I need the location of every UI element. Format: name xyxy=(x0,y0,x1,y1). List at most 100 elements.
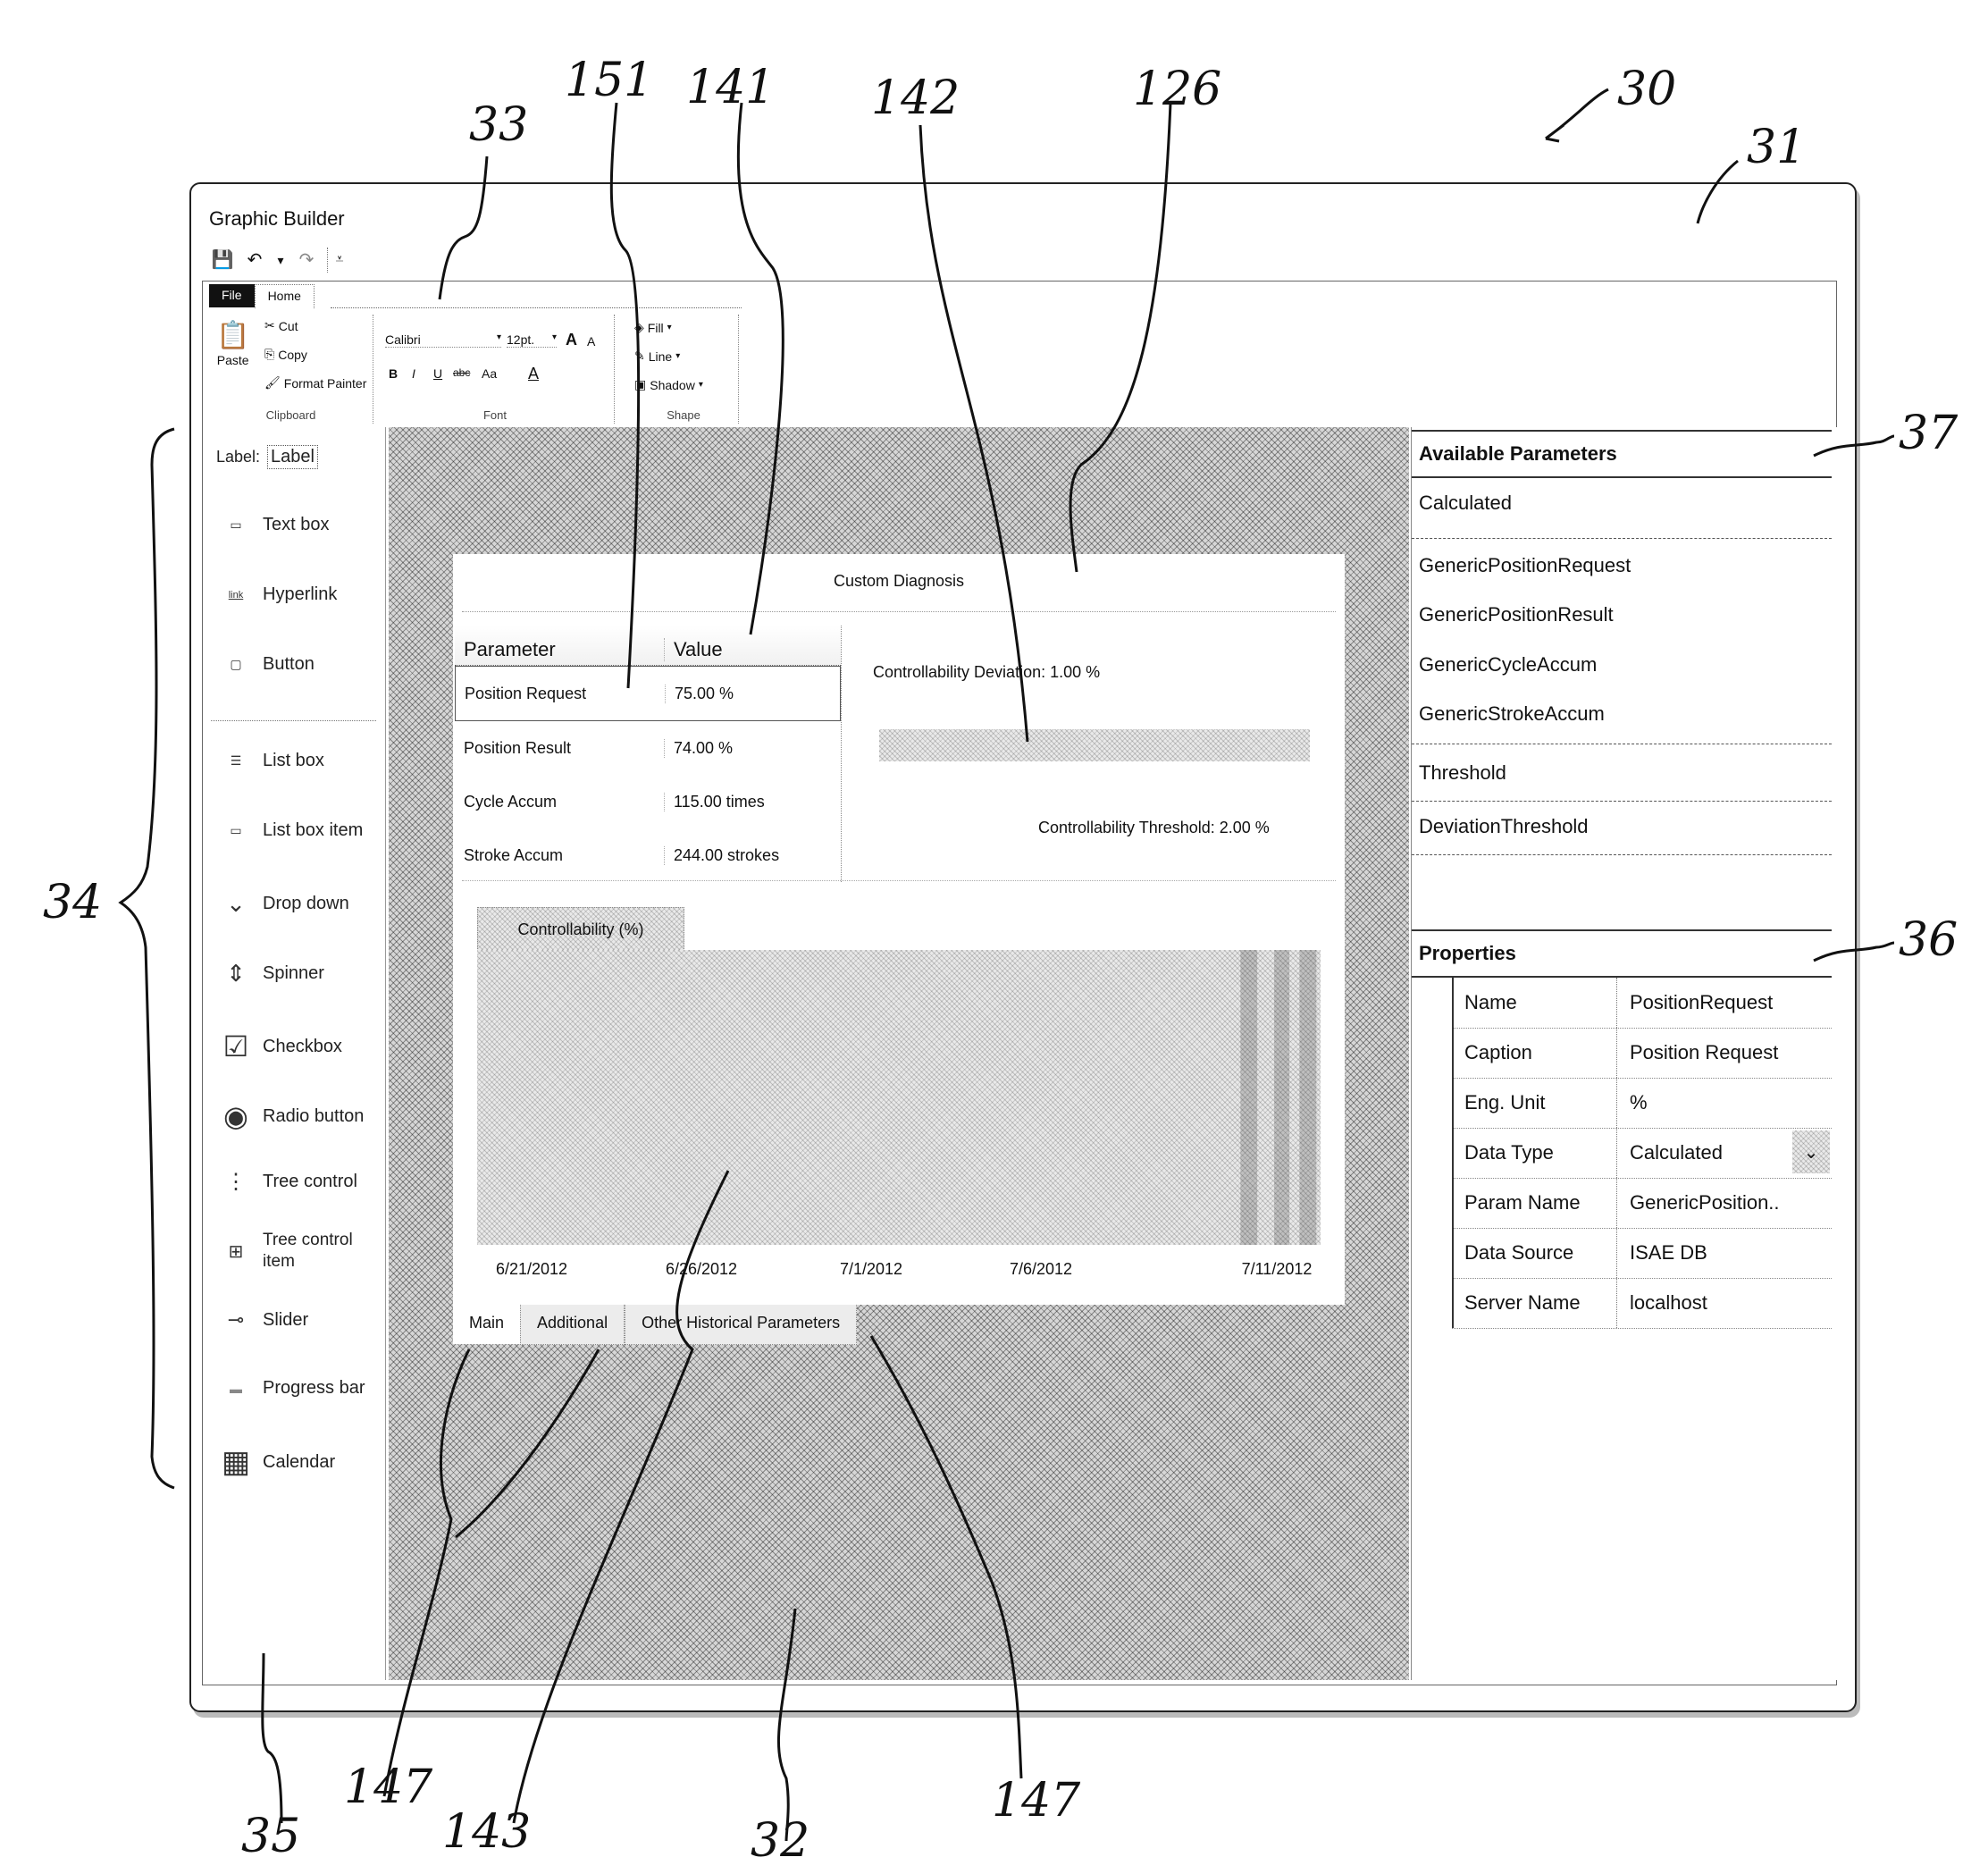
shadow-button[interactable]: ▣ Shadow ▾ xyxy=(634,377,703,392)
properties-header: Properties xyxy=(1412,929,1832,978)
cell-value: 74.00 % xyxy=(664,738,841,758)
toolbox-item-slider[interactable]: ⊸ Slider xyxy=(216,1308,308,1332)
column-header-value[interactable]: Value xyxy=(664,638,841,661)
tab-file[interactable]: File xyxy=(209,284,255,307)
toolbox-item-text: Calendar xyxy=(263,1451,336,1472)
group-divider xyxy=(1412,801,1832,802)
undo-icon[interactable]: ↶ xyxy=(243,248,266,273)
ref-32: 32 xyxy=(751,1814,810,1868)
property-value[interactable]: ISAE DB xyxy=(1616,1228,1832,1278)
property-value[interactable]: % xyxy=(1616,1078,1832,1128)
cell-parameter: Cycle Accum xyxy=(464,792,558,811)
table-row[interactable]: Position Result 74.00 % xyxy=(455,721,841,775)
parameter-group-threshold[interactable]: Threshold xyxy=(1419,761,1506,785)
toolbox-item-text: Radio button xyxy=(263,1105,365,1126)
toolbox-item-calendar[interactable]: ▦ Calendar xyxy=(216,1444,335,1480)
dropdown-control-icon: ⌄ xyxy=(226,890,246,917)
copy-button[interactable]: ⎘ Copy xyxy=(264,347,307,362)
progressbar-control-icon: ▬ xyxy=(230,1381,242,1396)
toolbox-item-hyperlink[interactable]: link Hyperlink xyxy=(216,584,338,605)
group-divider xyxy=(1412,854,1832,855)
change-case-button[interactable]: Aa xyxy=(482,366,497,381)
bold-button[interactable]: B xyxy=(389,366,398,381)
parameter-item[interactable]: GenericPositionResult xyxy=(1419,603,1614,626)
redo-icon[interactable]: ↷ xyxy=(295,248,318,273)
font-color-button[interactable]: A xyxy=(528,365,539,383)
calendar-control-icon: ▦ xyxy=(221,1445,251,1479)
column-header-parameter[interactable]: Parameter xyxy=(455,638,664,661)
toolbox-item-text: Progress bar xyxy=(263,1378,365,1398)
button-control-icon: ▢ xyxy=(230,657,242,671)
save-icon[interactable]: 💾 xyxy=(211,248,234,273)
underline-button[interactable]: U xyxy=(433,366,442,381)
toolbox-item-checkbox[interactable]: ☑ Checkbox xyxy=(216,1029,342,1063)
threshold-label: Controllability Threshold: 2.00 % xyxy=(1038,819,1270,836)
tab-main[interactable]: Main xyxy=(453,1305,521,1344)
line-button[interactable]: ✎ Line ▾ xyxy=(634,349,680,364)
toolbox-item-button[interactable]: ▢ Button xyxy=(216,654,314,675)
tab-additional[interactable]: Additional xyxy=(520,1305,625,1345)
format-painter-button[interactable]: 🖌 Format Painter xyxy=(264,375,366,391)
font-size-select[interactable]: 12pt. ▾ xyxy=(507,332,557,348)
parameter-group-calculated[interactable]: Calculated xyxy=(1419,492,1512,515)
toolbox-item-listbox-item[interactable]: ▭ List box item xyxy=(216,820,363,841)
toolbox-item-text: Tree control item xyxy=(263,1231,353,1271)
toolbox-item-listbox[interactable]: ☰ List box xyxy=(216,751,324,771)
toolbox-item-spinner[interactable]: ⇕ Spinner xyxy=(216,960,324,987)
property-value[interactable]: PositionRequest xyxy=(1616,978,1832,1028)
undo-dropdown-icon[interactable]: ▾ xyxy=(275,248,286,273)
tab-other-historical-parameters[interactable]: Other Historical Parameters xyxy=(625,1305,858,1345)
diagnosis-tabs: Main Additional Other Historical Paramet… xyxy=(453,1305,858,1345)
cut-button[interactable]: ✂ Cut xyxy=(264,318,298,333)
chevron-down-icon[interactable]: ⌄ xyxy=(1792,1130,1830,1173)
toolbox-item-text: List box xyxy=(263,751,324,770)
paste-label: Paste xyxy=(216,353,249,367)
property-value[interactable]: localhost xyxy=(1616,1278,1832,1328)
toolbox-item-tree-item[interactable]: ⊞ Tree control item xyxy=(216,1230,377,1273)
grow-font-button[interactable]: A xyxy=(566,331,577,349)
chart-plot xyxy=(1240,950,1317,1245)
italic-button[interactable]: I xyxy=(412,366,415,381)
clipboard-group-label: Clipboard xyxy=(265,408,316,422)
parameter-item[interactable]: GenericStrokeAccum xyxy=(1419,702,1605,726)
tab-home[interactable]: Home xyxy=(254,284,315,308)
table-row[interactable]: Cycle Accum 115.00 times xyxy=(455,775,841,828)
toolbox-item-tree[interactable]: ⋮ Tree control xyxy=(216,1169,357,1195)
ref-36: 36 xyxy=(1899,913,1959,967)
data-type-select[interactable]: Calculated ⌄ xyxy=(1616,1128,1832,1178)
property-value[interactable]: Position Request xyxy=(1616,1028,1832,1078)
parameter-item[interactable]: GenericCycleAccum xyxy=(1419,653,1597,676)
chart-tab-controllability[interactable]: Controllability (%) xyxy=(477,907,684,951)
customize-qat-icon[interactable]: ⩡ xyxy=(327,248,351,273)
font-name-select[interactable]: Calibri ▾ xyxy=(385,332,501,348)
toolbox-item-text: Text box xyxy=(263,515,330,534)
strikethrough-button[interactable]: abc xyxy=(453,366,470,379)
parameter-item[interactable]: DeviationThreshold xyxy=(1419,815,1589,838)
hyperlink-control-icon: link xyxy=(228,589,244,601)
chart-band xyxy=(1240,950,1258,1245)
property-label: Server Name xyxy=(1452,1278,1616,1328)
property-value[interactable]: GenericPosition.. xyxy=(1616,1178,1832,1228)
x-tick-label: 6/21/2012 xyxy=(495,1260,568,1278)
fill-label: Fill xyxy=(647,320,664,335)
label-control-icon: Label: xyxy=(216,448,261,466)
chevron-down-icon: ▾ xyxy=(675,351,681,361)
table-row[interactable]: Stroke Accum 244.00 strokes xyxy=(455,828,841,882)
toolbox-item-textbox[interactable]: ▭ Text box xyxy=(216,515,329,535)
toolbox-item-label[interactable]: Label: Label xyxy=(216,445,318,469)
font-group: Calibri ▾ 12pt. ▾ A A B I U abc Aa A Fon… xyxy=(376,315,615,424)
toolbox-item-radio[interactable]: ◉ Radio button xyxy=(216,1099,364,1133)
deviation-label: Controllability Deviation: 1.00 % xyxy=(873,663,1101,681)
table-row[interactable]: Position Request 75.00 % xyxy=(455,666,841,721)
shrink-font-button[interactable]: A xyxy=(587,334,595,349)
chevron-down-icon: ▾ xyxy=(496,332,501,342)
brace-34 xyxy=(118,427,175,1490)
custom-diagnosis-panel[interactable]: Custom Diagnosis Parameter Value Positio… xyxy=(453,554,1345,1305)
parameter-item[interactable]: GenericPositionRequest xyxy=(1419,554,1631,577)
paste-button[interactable]: 📋 Paste xyxy=(216,320,249,367)
toolbox-item-progressbar[interactable]: ▬ Progress bar xyxy=(216,1378,365,1399)
x-tick-label: 7/6/2012 xyxy=(1009,1260,1073,1278)
toolbox-item-dropdown[interactable]: ⌄ Drop down xyxy=(216,890,349,918)
fill-button[interactable]: ◈ Fill ▾ xyxy=(634,320,672,335)
tree-control-icon: ⋮ xyxy=(225,1170,247,1194)
